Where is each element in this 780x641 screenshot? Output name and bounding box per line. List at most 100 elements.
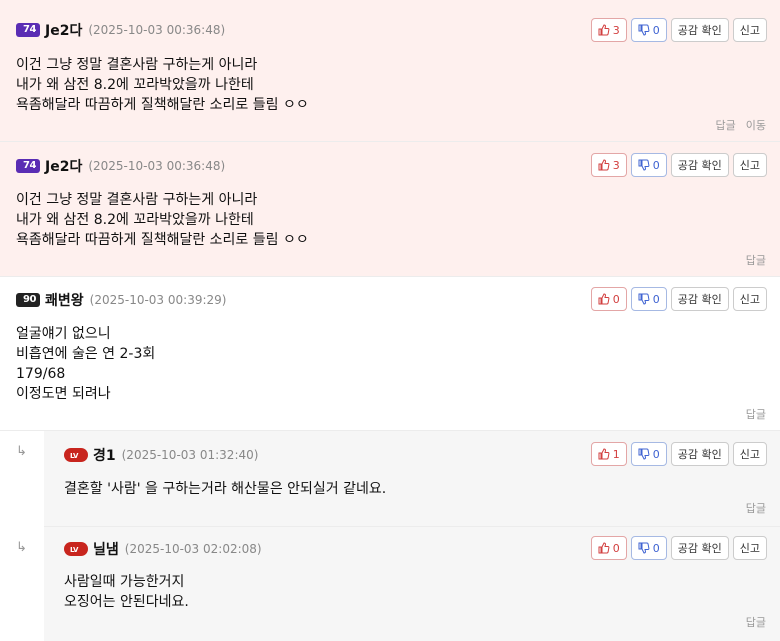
report-button[interactable]: 신고 (732, 287, 767, 311)
thumbs-down-icon (638, 542, 650, 554)
comment-actions: 0 0 공감 확인 신고 (590, 287, 767, 311)
comment-line: 이건 그냥 정말 결혼사람 구하는게 아니라 (16, 57, 258, 73)
comment-line: 욕좀해달라 따끔하게 질책해달란 소리로 들림 ㅇㅇ (16, 232, 309, 248)
level-badge-icon: 90 (16, 291, 40, 309)
comment-footer: 답글 (746, 500, 766, 516)
downvote-button[interactable]: 0 (630, 153, 667, 177)
comment-date: (2025-10-03 00:36:48) (88, 159, 226, 173)
thumbs-up-icon (598, 24, 610, 36)
report-button[interactable]: 신고 (732, 153, 767, 177)
upvote-button[interactable]: 3 (590, 153, 627, 177)
comment-body: 사람일때 가능한거지 오징어는 안된다네요. (64, 572, 189, 612)
thumbs-down-icon (638, 448, 650, 460)
move-link[interactable]: 이동 (746, 117, 766, 133)
level-badge-icon: LV (64, 446, 88, 464)
comment-header: LV 닐냄 (2025-10-03 02:02:08) (64, 539, 262, 559)
comment-line: 비흡연에 술은 연 2-3회 (16, 346, 156, 362)
comment-actions: 3 0 공감 확인 신고 (590, 18, 767, 42)
comment-date: (2025-10-03 02:02:08) (124, 542, 262, 556)
comment-body: 얼굴얘기 없으니 비흡연에 술은 연 2-3회 179/68 이정도면 되려나 (16, 324, 155, 404)
comment-line: 이정도면 되려나 (16, 386, 111, 402)
report-button[interactable]: 신고 (732, 18, 767, 42)
comment-body: 결혼할 '사람' 을 구하는거라 해산물은 안되실거 같네요. (64, 479, 386, 499)
reply-arrow-icon: ↳ (16, 540, 27, 555)
thumbs-down-icon (638, 24, 650, 36)
thumbs-up-icon (598, 448, 610, 460)
comment-footer: 답글 이동 (716, 117, 767, 133)
reply-comment-item: LV 닐냄 (2025-10-03 02:02:08) 0 0 공감 확인 신고… (44, 527, 780, 641)
upvote-button[interactable]: 3 (590, 18, 627, 42)
comment-line: 내가 왜 삼전 8.2에 꼬라박았을까 나한테 (16, 212, 254, 228)
upvote-count: 1 (612, 447, 620, 461)
comment-actions: 1 0 공감 확인 신고 (590, 442, 767, 466)
comment-actions: 0 0 공감 확인 신고 (590, 536, 767, 560)
comment-footer: 답글 (746, 406, 766, 422)
comment-body: 이건 그냥 정말 결혼사람 구하는게 아니라 내가 왜 삼전 8.2에 꼬라박았… (16, 55, 309, 115)
thumbs-down-icon (638, 159, 650, 171)
comment-line: 이건 그냥 정말 결혼사람 구하는게 아니라 (16, 192, 258, 208)
empathy-check-button[interactable]: 공감 확인 (670, 153, 729, 177)
upvote-button[interactable]: 1 (590, 442, 627, 466)
reply-link[interactable]: 답글 (746, 252, 766, 268)
reply-link[interactable]: 답글 (746, 614, 766, 630)
upvote-count: 0 (612, 292, 620, 306)
nickname[interactable]: 쾌변왕 (45, 290, 84, 310)
comment-header: LV 경1 (2025-10-03 01:32:40) (64, 445, 258, 465)
comment-item: 90 쾌변왕 (2025-10-03 00:39:29) 0 0 공감 확인 신… (0, 277, 780, 431)
comment-date: (2025-10-03 00:39:29) (89, 293, 227, 307)
comment-line: 오징어는 안된다네요. (64, 594, 189, 610)
empathy-check-button[interactable]: 공감 확인 (670, 442, 729, 466)
report-button[interactable]: 신고 (732, 536, 767, 560)
nickname[interactable]: Je2다 (45, 20, 82, 40)
nickname[interactable]: 경1 (93, 445, 116, 465)
comment-date: (2025-10-03 00:36:48) (88, 23, 226, 37)
thumbs-up-icon (598, 542, 610, 554)
nickname[interactable]: Je2다 (45, 156, 82, 176)
comment-item: 74 Je2다 (2025-10-03 00:36:48) 3 0 공감 확인 … (0, 142, 780, 277)
reply-arrow-icon: ↳ (16, 444, 27, 459)
reply-link[interactable]: 답글 (746, 500, 766, 516)
comment-line: 내가 왜 삼전 8.2에 꼬라박았을까 나한테 (16, 77, 254, 93)
empathy-check-button[interactable]: 공감 확인 (670, 536, 729, 560)
upvote-count: 3 (612, 158, 620, 172)
empathy-check-button[interactable]: 공감 확인 (670, 287, 729, 311)
comment-header: 90 쾌변왕 (2025-10-03 00:39:29) (16, 290, 226, 310)
level-badge-icon: 74 (16, 21, 40, 39)
comment-body: 이건 그냥 정말 결혼사람 구하는게 아니라 내가 왜 삼전 8.2에 꼬라박았… (16, 190, 309, 250)
downvote-button[interactable]: 0 (630, 287, 667, 311)
reply-link[interactable]: 답글 (716, 117, 736, 133)
upvote-count: 0 (612, 541, 620, 555)
thumbs-up-icon (598, 159, 610, 171)
empathy-check-button[interactable]: 공감 확인 (670, 18, 729, 42)
comment-header: 74 Je2다 (2025-10-03 00:36:48) (16, 156, 225, 176)
downvote-count: 0 (652, 292, 660, 306)
reply-link[interactable]: 답글 (746, 406, 766, 422)
nickname[interactable]: 닐냄 (93, 539, 119, 559)
downvote-button[interactable]: 0 (630, 18, 667, 42)
comment-date: (2025-10-03 01:32:40) (121, 448, 259, 462)
level-badge-icon: 74 (16, 157, 40, 175)
comment-line: 179/68 (16, 366, 66, 382)
upvote-button[interactable]: 0 (590, 287, 627, 311)
upvote-count: 3 (612, 23, 620, 37)
downvote-button[interactable]: 0 (630, 442, 667, 466)
downvote-count: 0 (652, 23, 660, 37)
downvote-button[interactable]: 0 (630, 536, 667, 560)
reply-comment-item: LV 경1 (2025-10-03 01:32:40) 1 0 공감 확인 신고… (44, 431, 780, 527)
downvote-count: 0 (652, 447, 660, 461)
comment-actions: 3 0 공감 확인 신고 (590, 153, 767, 177)
downvote-count: 0 (652, 541, 660, 555)
report-button[interactable]: 신고 (732, 442, 767, 466)
comment-footer: 답글 (746, 252, 766, 268)
comment-line: 결혼할 '사람' 을 구하는거라 해산물은 안되실거 같네요. (64, 481, 387, 497)
thumbs-down-icon (638, 293, 650, 305)
comment-item: 74 Je2다 (2025-10-03 00:36:48) 3 0 공감 확인 … (0, 0, 780, 142)
comment-line: 욕좀해달라 따끔하게 질책해달란 소리로 들림 ㅇㅇ (16, 97, 309, 113)
comment-footer: 답글 (746, 614, 766, 630)
comment-line: 사람일때 가능한거지 (64, 574, 185, 590)
level-badge-icon: LV (64, 540, 88, 558)
thumbs-up-icon (598, 293, 610, 305)
comment-line: 얼굴얘기 없으니 (16, 326, 111, 342)
downvote-count: 0 (652, 158, 660, 172)
upvote-button[interactable]: 0 (590, 536, 627, 560)
